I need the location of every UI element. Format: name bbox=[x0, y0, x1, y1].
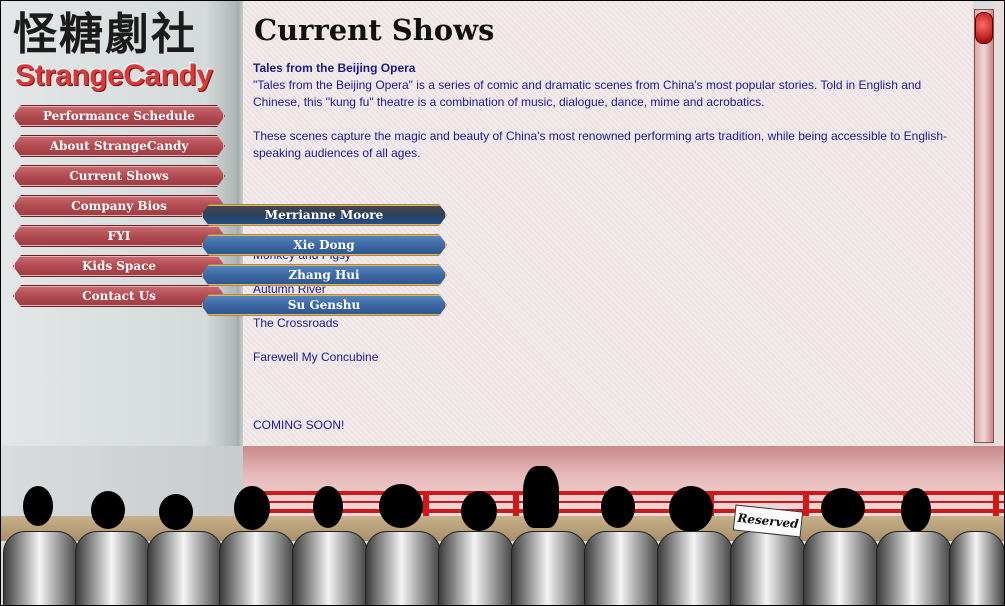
scroll-thumb[interactable] bbox=[975, 12, 993, 44]
coming-soon-text: COMING SOON! bbox=[253, 418, 345, 432]
seat-icon bbox=[365, 531, 441, 605]
audience-head-icon bbox=[234, 486, 270, 530]
audience-head-icon bbox=[313, 486, 343, 528]
seat-icon bbox=[219, 531, 295, 605]
nav-contact-us[interactable]: Contact Us bbox=[13, 285, 225, 307]
logo-wordmark[interactable]: StrangeCandy bbox=[15, 59, 213, 93]
audience-head-icon bbox=[601, 486, 635, 528]
seat-icon bbox=[147, 531, 223, 605]
seat-icon bbox=[292, 531, 368, 605]
nav-current-shows[interactable]: Current Shows bbox=[13, 165, 225, 187]
nav-company-bios[interactable]: Company Bios bbox=[13, 195, 225, 217]
logo-chinese[interactable]: 怪糖劇社 bbox=[13, 9, 197, 61]
nav-about[interactable]: About StrangeCandy bbox=[13, 135, 225, 157]
scene-item: Farewell My Concubine bbox=[253, 350, 379, 364]
audience-head-icon bbox=[91, 491, 125, 529]
audience-head-icon bbox=[461, 491, 497, 531]
submenu-xie-dong[interactable]: Xie Dong bbox=[201, 234, 447, 256]
show-heading: Tales from the Beijing Opera bbox=[253, 61, 416, 75]
submenu-su-genshu[interactable]: Su Genshu bbox=[201, 294, 447, 316]
audience-head-icon bbox=[159, 494, 193, 530]
submenu-zhang-hui[interactable]: Zhang Hui bbox=[201, 264, 447, 286]
seat-icon bbox=[584, 531, 660, 605]
seat-icon bbox=[657, 531, 733, 605]
scene-item: The Crossroads bbox=[253, 316, 339, 330]
seat-icon bbox=[511, 531, 587, 605]
nav-fyi[interactable]: FYI bbox=[13, 225, 225, 247]
seat-icon bbox=[438, 531, 514, 605]
seat-icon bbox=[3, 531, 79, 605]
theatre-scene: Reserved bbox=[1, 446, 1004, 605]
audience-head-icon bbox=[23, 486, 53, 526]
nav-kids-space[interactable]: Kids Space bbox=[13, 255, 225, 277]
right-margin bbox=[993, 1, 1004, 446]
submenu-merrianne-moore[interactable]: Merrianne Moore bbox=[201, 204, 447, 226]
seat-icon bbox=[949, 531, 1004, 605]
nav-performance-schedule[interactable]: Performance Schedule bbox=[13, 105, 225, 127]
seat-icon bbox=[75, 531, 151, 605]
page-title: Current Shows bbox=[254, 13, 495, 47]
seat-icon bbox=[876, 531, 952, 605]
content-scrollbar[interactable] bbox=[974, 9, 994, 443]
description-paragraph: These scenes capture the magic and beaut… bbox=[253, 129, 947, 160]
intro-paragraph: "Tales from the Beijing Opera" is a seri… bbox=[253, 78, 922, 109]
audience-head-icon bbox=[901, 488, 931, 532]
audience-head-icon bbox=[821, 488, 865, 528]
sidebar: 怪糖劇社 StrangeCandy Performance Schedule A… bbox=[1, 1, 241, 451]
seat-icon bbox=[730, 531, 806, 605]
audience-head-icon bbox=[523, 466, 559, 528]
audience-head-icon bbox=[379, 484, 423, 528]
page-frame: 怪糖劇社 StrangeCandy Performance Schedule A… bbox=[0, 0, 1005, 606]
seat-icon bbox=[803, 531, 879, 605]
audience-head-icon bbox=[669, 486, 713, 532]
